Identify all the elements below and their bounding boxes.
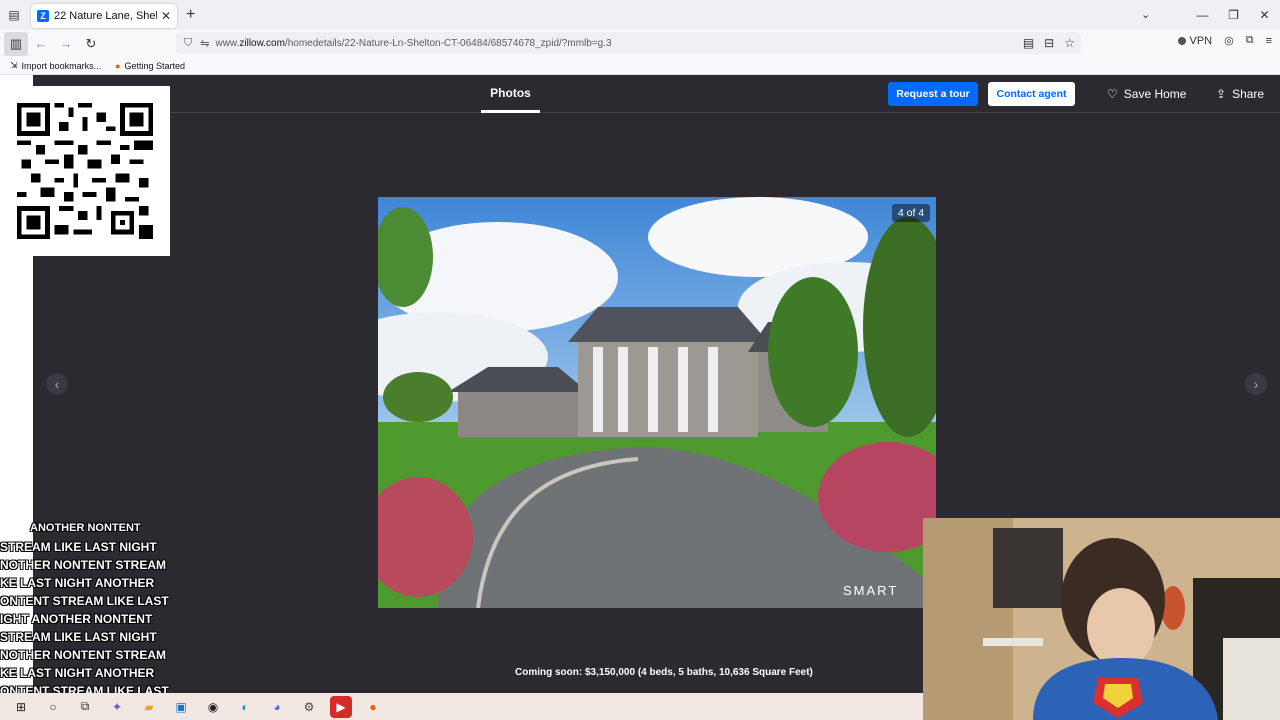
back-icon[interactable]: ← [29, 32, 53, 56]
tab-list-icon[interactable]: ▤ [0, 0, 28, 30]
search-icon[interactable]: ○ [42, 696, 64, 718]
bookmark-import[interactable]: ⇲ Import bookmarks... [10, 60, 101, 71]
menu-icon[interactable]: ≡ [1266, 35, 1272, 47]
photo-viewer-header: Photos Request a tour Contact agent ♡ Sa… [33, 75, 1280, 113]
qr-code-overlay [0, 86, 170, 256]
url-bar[interactable]: ⛉ ⇋ www.zillow.com/homedetails/22-Nature… [176, 32, 1081, 54]
webcam-overlay [923, 518, 1280, 720]
previous-photo-arrow-icon[interactable]: ‹ [46, 373, 68, 395]
ticker-line: ANOTHER NONTENT [30, 522, 141, 534]
share-icon: ⇪ [1216, 87, 1227, 101]
ticker-line: KE LAST NIGHT ANOTHER [0, 666, 155, 680]
bookmarks-toolbar: ⇲ Import bookmarks... ● Getting Started [0, 57, 1280, 75]
streaming-app-icon[interactable]: ▶ [330, 695, 352, 718]
share-button[interactable]: ⇪ Share [1216, 82, 1264, 106]
vpn-status-icon [1178, 36, 1187, 45]
task-view-icon[interactable]: ⧉ [74, 696, 96, 718]
window-controls: — ❐ ✕ [1187, 0, 1280, 30]
restore-icon[interactable]: ❐ [1218, 8, 1249, 22]
tab-title: 22 Nature Lane, Shelton, CT 06 [54, 10, 157, 22]
url-text[interactable]: www.zillow.com/homedetails/22-Nature-Ln-… [215, 38, 611, 49]
ticker-line: NOTHER NONTENT STREAM [0, 558, 166, 572]
tab-photos[interactable]: Photos [481, 75, 540, 113]
ticker-line: IGHT ANOTHER NONTENT [0, 612, 153, 626]
file-explorer-icon[interactable]: ▰ [138, 696, 160, 718]
shield-icon[interactable]: ⛉ [184, 37, 192, 50]
navigation-bar: ▥ ← → ↻ ⛉ ⇋ www.zillow.com/homedetails/2… [0, 30, 1280, 57]
bookmark-getting-started[interactable]: ● Getting Started [115, 61, 185, 71]
photo-counter: 4 of 4 [892, 204, 930, 222]
account-icon[interactable]: ◎ [1224, 34, 1234, 47]
copilot-icon[interactable]: ✦ [106, 696, 128, 718]
save-home-button[interactable]: ♡ Save Home [1107, 82, 1186, 106]
photo-watermark: SMART [843, 583, 899, 598]
vpn-button[interactable]: VPN [1178, 35, 1212, 47]
settings-icon[interactable]: ⚙ [298, 696, 320, 718]
firefox-icon: ● [115, 60, 121, 71]
minimize-icon[interactable]: — [1187, 8, 1218, 22]
ticker-line: ONTENT STREAM LIKE LAST [0, 684, 169, 693]
reload-icon[interactable]: ↻ [79, 32, 103, 56]
sidebar-toggle-icon[interactable]: ▥ [4, 31, 28, 56]
new-tab-button[interactable]: + [186, 6, 195, 24]
ticker-line: STREAM LIKE LAST NIGHT [0, 540, 157, 554]
heart-icon: ♡ [1107, 87, 1118, 101]
ticker-line: STREAM LIKE LAST NIGHT [0, 630, 157, 644]
permissions-icon[interactable]: ⇋ [200, 37, 209, 50]
browser-tab-bar: ▤ Z 22 Nature Lane, Shelton, CT 06 ✕ + ⌄… [0, 0, 1280, 30]
request-tour-button[interactable]: Request a tour [888, 82, 978, 106]
discord-icon[interactable]: ◕ [266, 696, 288, 718]
ticker-line: KE LAST NIGHT ANOTHER [0, 576, 155, 590]
ticker-line: ONTENT STREAM LIKE LAST [0, 594, 169, 608]
store-icon[interactable]: ▣ [170, 696, 192, 718]
import-icon: ⇲ [10, 60, 18, 70]
extensions-icon[interactable]: ⧉ [1246, 34, 1254, 47]
obs-icon[interactable]: ◉ [202, 696, 224, 718]
save-to-pocket-icon[interactable]: ⊟ [1044, 36, 1054, 50]
bookmark-star-icon[interactable]: ☆ [1064, 36, 1075, 50]
next-photo-arrow-icon[interactable]: › [1245, 373, 1267, 395]
forward-icon[interactable]: → [54, 32, 78, 56]
list-all-tabs-icon[interactable]: ⌄ [1141, 8, 1150, 21]
zillow-favicon-icon: Z [37, 10, 49, 22]
firefox-taskbar-icon[interactable]: ● [362, 696, 384, 718]
chat-ticker-overlay: ANOTHER NONTENT STREAM LIKE LAST NIGHT N… [0, 520, 175, 693]
active-tab[interactable]: Z 22 Nature Lane, Shelton, CT 06 ✕ [31, 4, 177, 28]
edge-icon[interactable]: ◐ [234, 696, 256, 718]
contact-agent-button[interactable]: Contact agent [988, 82, 1075, 106]
ticker-line: NOTHER NONTENT STREAM [0, 648, 166, 662]
reader-view-icon[interactable]: ▤ [1023, 36, 1034, 50]
listing-photo[interactable] [378, 197, 936, 608]
taskbar: ⊞ ○ ⧉ ✦ ▰ ▣ ◉ ◐ ◕ ⚙ ▶ ● [0, 693, 923, 720]
start-icon[interactable]: ⊞ [10, 696, 32, 718]
close-window-icon[interactable]: ✕ [1249, 8, 1280, 22]
tab-close-icon[interactable]: ✕ [161, 9, 171, 23]
